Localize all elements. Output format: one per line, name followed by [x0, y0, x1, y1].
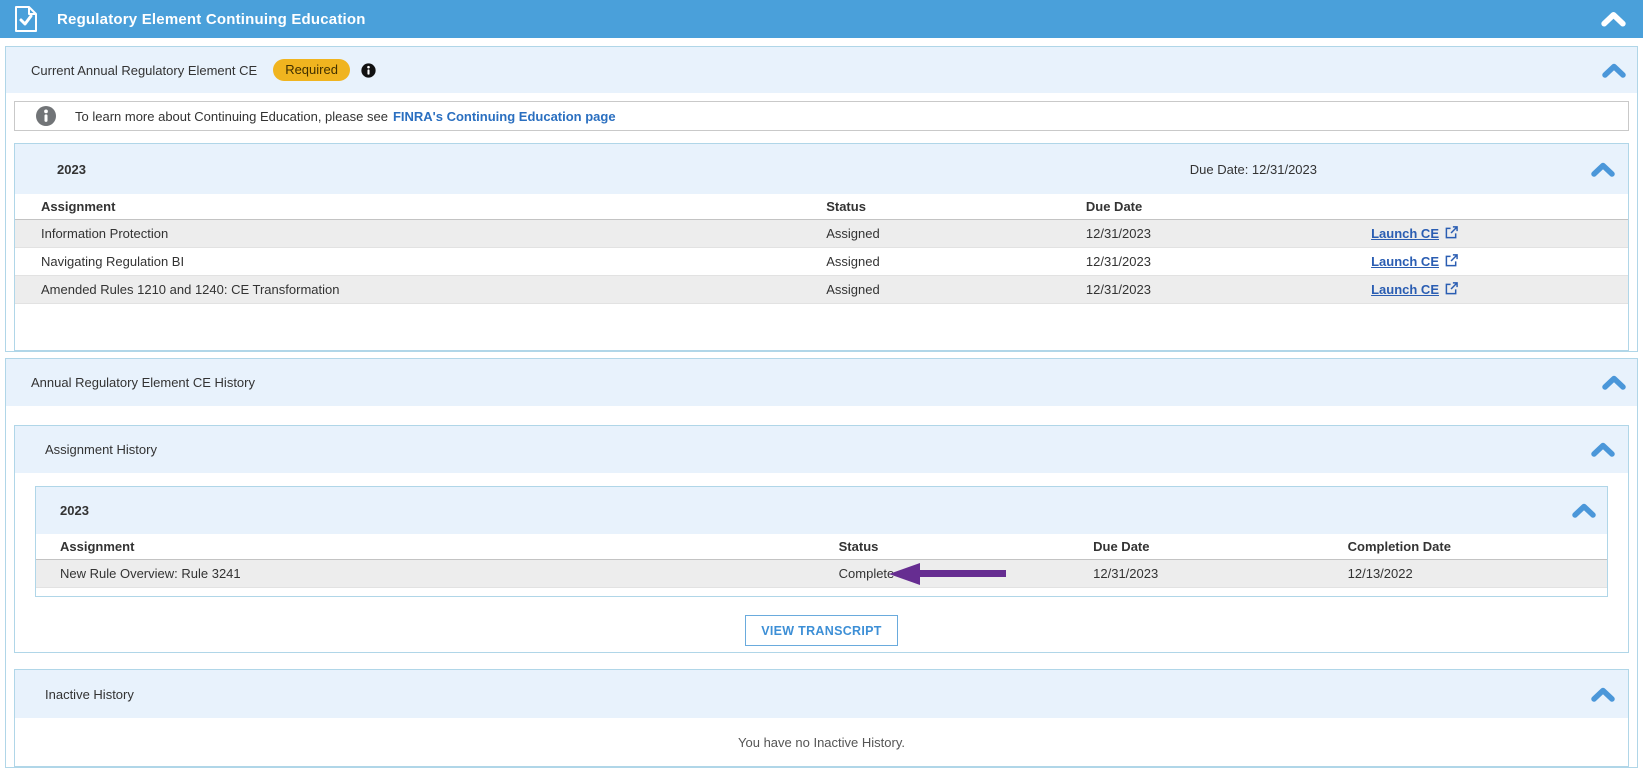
inactive-history-panel: Inactive History You have no Inactive Hi…: [14, 669, 1629, 767]
column-header-due-date: Due Date: [1079, 539, 1334, 554]
transcript-button-row: VIEW TRANSCRIPT: [15, 615, 1628, 646]
inactive-history-collapse-chevron-up-icon[interactable]: [1590, 687, 1616, 702]
assignment-status: Complete: [825, 560, 1080, 587]
column-header-status: Status: [810, 199, 1070, 214]
assignment-history-collapse-chevron-up-icon[interactable]: [1590, 442, 1616, 457]
panel-bottom-spacer: [15, 304, 1628, 350]
launch-ce-link[interactable]: Launch CE: [1371, 282, 1439, 297]
info-icon[interactable]: [361, 63, 376, 78]
launch-ce-link[interactable]: Launch CE: [1371, 226, 1439, 241]
column-header-assignment: Assignment: [15, 199, 810, 214]
current-year-panel-header: 2023 Due Date: 12/31/2023: [15, 144, 1628, 194]
table-row: Navigating Regulation BI Assigned 12/31/…: [15, 248, 1628, 276]
view-transcript-button[interactable]: VIEW TRANSCRIPT: [745, 615, 897, 646]
collapse-section-chevron-up-icon[interactable]: [1600, 11, 1627, 27]
status-value: Complete: [839, 566, 895, 581]
assignment-name: Information Protection: [15, 226, 810, 241]
table-row: Information Protection Assigned 12/31/20…: [15, 220, 1628, 248]
assignment-due-date: 12/31/2023: [1070, 254, 1330, 269]
current-ce-collapse-chevron-up-icon[interactable]: [1601, 63, 1627, 78]
continuing-education-info-banner: To learn more about Continuing Education…: [14, 101, 1629, 131]
inactive-history-title: Inactive History: [45, 687, 134, 702]
due-date-label: Due Date: 12/31/2023: [1190, 162, 1317, 177]
info-icon: [36, 106, 56, 126]
year-label: 2023: [60, 503, 89, 518]
assignments-table-header: Assignment Status Due Date: [15, 194, 1628, 220]
year-label: 2023: [57, 162, 86, 177]
history-card: Annual Regulatory Element CE History Ass…: [5, 358, 1638, 768]
assignment-name: Navigating Regulation BI: [15, 254, 810, 269]
finra-continuing-education-link[interactable]: FINRA's Continuing Education page: [393, 109, 616, 124]
history-year-collapse-chevron-up-icon[interactable]: [1571, 503, 1597, 518]
assignment-due-date: 12/31/2023: [1070, 226, 1330, 241]
history-header: Annual Regulatory Element CE History: [6, 359, 1637, 406]
current-ce-card: Current Annual Regulatory Element CE Req…: [5, 46, 1638, 352]
assignment-due-date: 12/31/2023: [1070, 282, 1330, 297]
current-ce-title: Current Annual Regulatory Element CE: [31, 63, 257, 78]
launch-ce-cell: Launch CE: [1330, 282, 1628, 297]
assignment-status: Assigned: [810, 282, 1070, 297]
document-check-icon: [14, 6, 38, 32]
history-year-panel-header: 2023: [36, 487, 1607, 534]
current-ce-header: Current Annual Regulatory Element CE Req…: [6, 47, 1637, 93]
column-header-due-date: Due Date: [1070, 199, 1330, 214]
launch-ce-cell: Launch CE: [1330, 226, 1628, 241]
annotation-arrow-left: [889, 563, 1006, 585]
launch-ce-link[interactable]: Launch CE: [1371, 254, 1439, 269]
assignment-history-title: Assignment History: [45, 442, 157, 457]
assignment-history-panel: Assignment History 2023 Assignment Statu…: [14, 425, 1629, 653]
assignment-name: New Rule Overview: Rule 3241: [36, 566, 825, 581]
assignment-completion-date: 12/13/2022: [1334, 566, 1607, 581]
assignment-due-date: 12/31/2023: [1079, 566, 1334, 581]
required-badge: Required: [273, 59, 350, 81]
history-title: Annual Regulatory Element CE History: [31, 375, 255, 390]
panel-bottom-spacer: [36, 588, 1607, 596]
column-header-status: Status: [825, 534, 1080, 559]
external-link-icon: [1445, 282, 1458, 295]
inactive-history-empty-message: You have no Inactive History.: [15, 718, 1628, 766]
history-collapse-chevron-up-icon[interactable]: [1601, 375, 1627, 390]
inactive-history-header: Inactive History: [15, 670, 1628, 718]
table-row: Amended Rules 1210 and 1240: CE Transfor…: [15, 276, 1628, 304]
assignment-status: Assigned: [810, 226, 1070, 241]
column-header-completion-date: Completion Date: [1334, 539, 1607, 554]
current-year-panel: 2023 Due Date: 12/31/2023 Assignment Sta…: [14, 143, 1629, 351]
table-row: New Rule Overview: Rule 3241 Complete 12…: [36, 560, 1607, 588]
history-year-panel: 2023 Assignment Status Due Date Completi…: [35, 486, 1608, 597]
external-link-icon: [1445, 254, 1458, 267]
year-panel-collapse-chevron-up-icon[interactable]: [1590, 162, 1616, 177]
assignment-history-header: Assignment History: [15, 426, 1628, 473]
banner-text: To learn more about Continuing Education…: [75, 109, 388, 124]
history-table-header: Assignment Status Due Date Completion Da…: [36, 534, 1607, 560]
column-header-assignment: Assignment: [36, 539, 825, 554]
external-link-icon: [1445, 226, 1458, 239]
assignment-name: Amended Rules 1210 and 1240: CE Transfor…: [15, 282, 810, 297]
assignment-status: Assigned: [810, 254, 1070, 269]
page-title: Regulatory Element Continuing Education: [57, 11, 366, 28]
page-title-bar: Regulatory Element Continuing Education: [0, 0, 1643, 38]
launch-ce-cell: Launch CE: [1330, 254, 1628, 269]
